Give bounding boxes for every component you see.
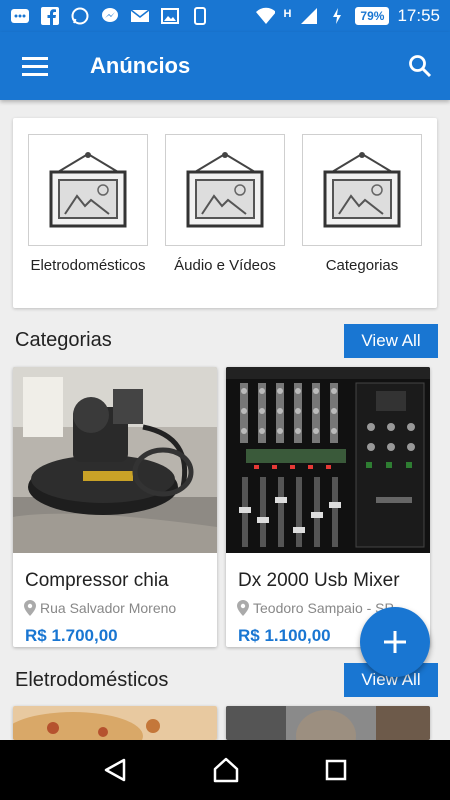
system-nav-bar [0, 740, 450, 800]
whatsapp-icon [70, 7, 90, 25]
add-fab-button[interactable] [360, 607, 430, 677]
facebook-icon [40, 7, 60, 25]
product-image-compressor [13, 367, 217, 553]
picture-placeholder-icon [165, 134, 285, 246]
section-title-eletrodomesticos: Eletrodomésticos [15, 669, 169, 691]
app-bar: Anúncios [0, 32, 450, 100]
charging-icon [327, 7, 347, 25]
page-title: Anúncios [90, 53, 191, 78]
home-icon[interactable] [212, 756, 240, 784]
messages-icon [10, 7, 30, 25]
search-button[interactable] [390, 32, 450, 100]
mail-icon [130, 7, 150, 25]
search-icon [409, 55, 432, 78]
picture-placeholder-icon [28, 134, 148, 246]
product-name: Compressor chia [25, 570, 169, 591]
category-label: Áudio e Vídeos [174, 257, 276, 274]
wifi-icon [255, 7, 276, 25]
product-price: R$ 1.700,00 [25, 626, 118, 645]
category-item-eletrodomesticos[interactable]: Eletrodomésticos [28, 134, 148, 275]
image-icon [160, 7, 180, 25]
product-card-compressor[interactable]: Compressor chia Rua Salvador Moreno R$ 1… [13, 367, 217, 647]
status-bar: H 79% 17:55 [0, 0, 450, 32]
clock: 17:55 [397, 6, 440, 25]
location-pin-icon [24, 600, 36, 616]
product-image-food [13, 706, 217, 740]
network-type: H [283, 8, 292, 20]
product-card-mixer[interactable]: Dx 2000 Usb Mixer Teodoro Sampaio - SP, … [226, 367, 430, 647]
category-label: Eletrodomésticos [30, 257, 146, 274]
view-all-button-categorias[interactable]: View All [344, 324, 438, 358]
product-location: Rua Salvador Moreno [24, 600, 217, 616]
category-item-audio-videos[interactable]: Áudio e Vídeos [165, 134, 285, 275]
plus-icon [384, 631, 406, 653]
category-label: Categorias [325, 257, 399, 274]
category-strip: Eletrodomésticos Áudio e Vídeos Categori… [13, 118, 437, 308]
hamburger-icon [22, 57, 48, 76]
section-title-categorias: Categorias [15, 329, 112, 351]
product-card-partial[interactable] [13, 706, 217, 740]
menu-button[interactable] [0, 32, 70, 100]
product-name: Dx 2000 Usb Mixer [238, 570, 400, 591]
product-image-people [226, 706, 430, 740]
product-image-mixer [226, 367, 430, 553]
product-card-partial[interactable] [226, 706, 430, 740]
recents-icon[interactable] [324, 758, 348, 782]
picture-placeholder-icon [302, 134, 422, 246]
messenger-icon [100, 7, 120, 25]
phone-icon [190, 7, 210, 25]
product-location-text: Rua Salvador Moreno [40, 600, 177, 616]
category-item-categorias[interactable]: Categorias [302, 134, 422, 275]
signal-icon [299, 7, 319, 25]
location-pin-icon [237, 600, 249, 616]
battery-indicator: 79% [355, 7, 390, 25]
back-icon[interactable] [102, 757, 128, 783]
